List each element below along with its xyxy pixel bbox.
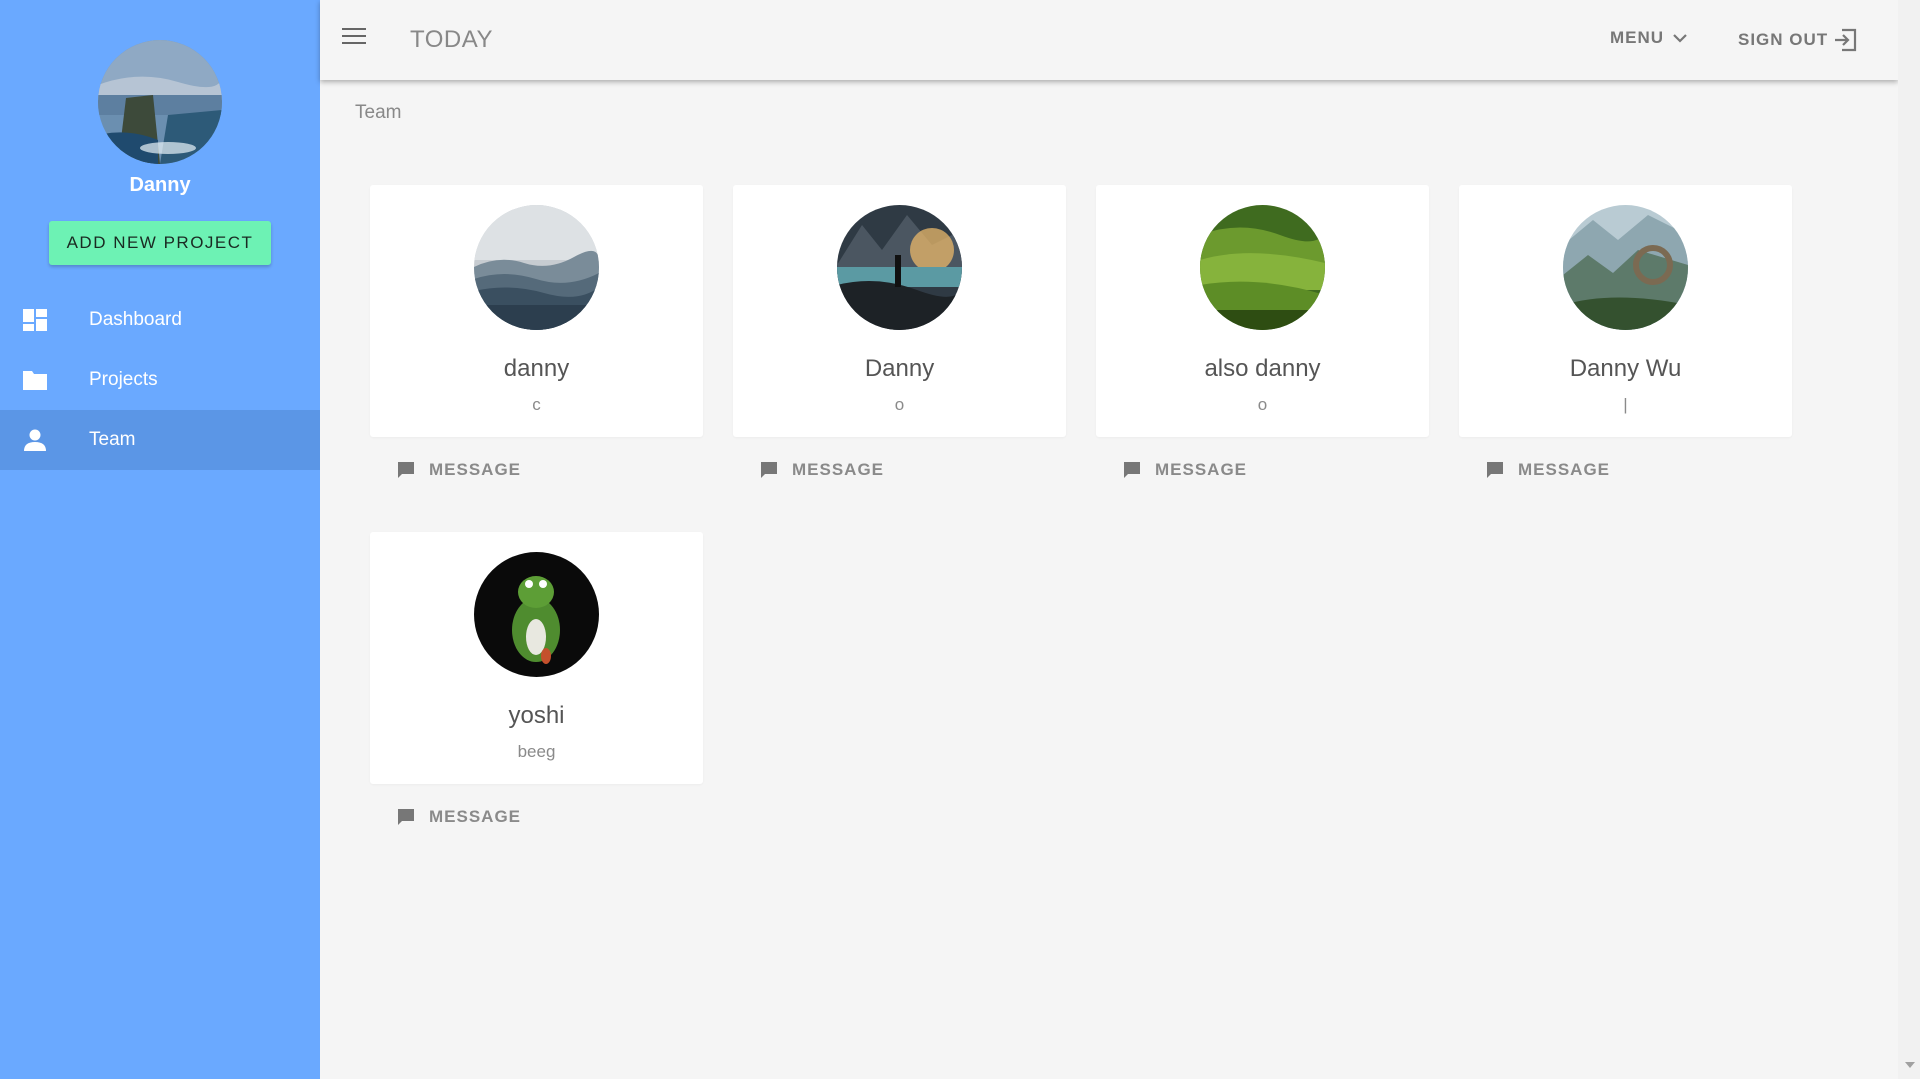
member-role: c [532,395,541,414]
profile-section: Danny ADD NEW PROJECT [0,0,320,270]
team-member-card: Danny o [733,185,1066,437]
menu-label: MENU [1610,28,1665,47]
member-avatar[interactable] [474,552,599,677]
member-name: Danny Wu [1569,355,1682,382]
scroll-down-arrow-icon[interactable] [1905,1062,1915,1068]
member-avatar[interactable] [1563,205,1688,330]
exit-icon [1832,28,1858,52]
message-button[interactable]: MESSAGE [397,455,521,485]
app-title: TODAY [410,26,493,53]
menu-dropdown-button[interactable]: MENU [1610,28,1688,48]
message-icon [1124,462,1140,478]
sidebar-item-label: Team [89,429,136,450]
sidebar-item-projects[interactable]: Projects [0,350,320,410]
member-name: danny [503,355,570,382]
sign-out-button[interactable]: SIGN OUT [1738,28,1858,52]
message-button[interactable]: MESSAGE [760,455,884,485]
team-member-card: also danny o [1096,185,1429,437]
message-button[interactable]: MESSAGE [1123,455,1247,485]
message-icon [761,462,777,478]
message-label: MESSAGE [1518,460,1611,479]
app-root: Danny ADD NEW PROJECT Dashboard Projects… [0,0,1920,1079]
avatar[interactable] [98,40,222,164]
person-icon [22,428,48,452]
message-icon [398,462,414,478]
sidebar-item-label: Dashboard [89,309,182,330]
breadcrumb: Team [355,102,402,123]
member-role: | [1623,395,1628,414]
message-icon [1487,462,1503,478]
team-member-card: danny c [370,185,703,437]
hamburger-menu-icon[interactable] [342,28,366,52]
sign-out-label: SIGN OUT [1738,30,1829,49]
vertical-scrollbar[interactable] [1898,0,1920,1079]
sidebar-item-dashboard[interactable]: Dashboard [0,290,320,350]
member-avatar[interactable] [837,205,962,330]
sidebar-item-label: Projects [89,369,158,390]
chevron-down-icon [1672,32,1688,44]
top-toolbar: TODAY MENU SIGN OUT [320,0,1898,80]
message-button[interactable]: MESSAGE [1486,455,1610,485]
message-label: MESSAGE [1155,460,1248,479]
message-label: MESSAGE [429,460,522,479]
message-button[interactable]: MESSAGE [397,802,521,832]
dashboard-icon [22,308,48,332]
message-icon [398,809,414,825]
member-role: o [1257,395,1268,414]
add-new-project-button[interactable]: ADD NEW PROJECT [49,221,271,265]
member-name: also danny [1204,355,1321,382]
message-label: MESSAGE [792,460,885,479]
member-avatar[interactable] [1200,205,1325,330]
member-role: beeg [517,742,556,761]
sidebar-nav: Dashboard Projects Team [0,290,320,470]
member-avatar[interactable] [474,205,599,330]
member-name: Danny [864,355,935,382]
member-name: yoshi [508,702,565,729]
folder-icon [22,368,48,392]
member-role: o [894,395,905,414]
profile-name: Danny [129,174,191,196]
sidebar: Danny ADD NEW PROJECT Dashboard Projects… [0,0,320,1079]
message-label: MESSAGE [429,807,522,826]
team-member-card: yoshi beeg [370,532,703,784]
team-member-card: Danny Wu | [1459,185,1792,437]
sidebar-item-team[interactable]: Team [0,410,320,470]
